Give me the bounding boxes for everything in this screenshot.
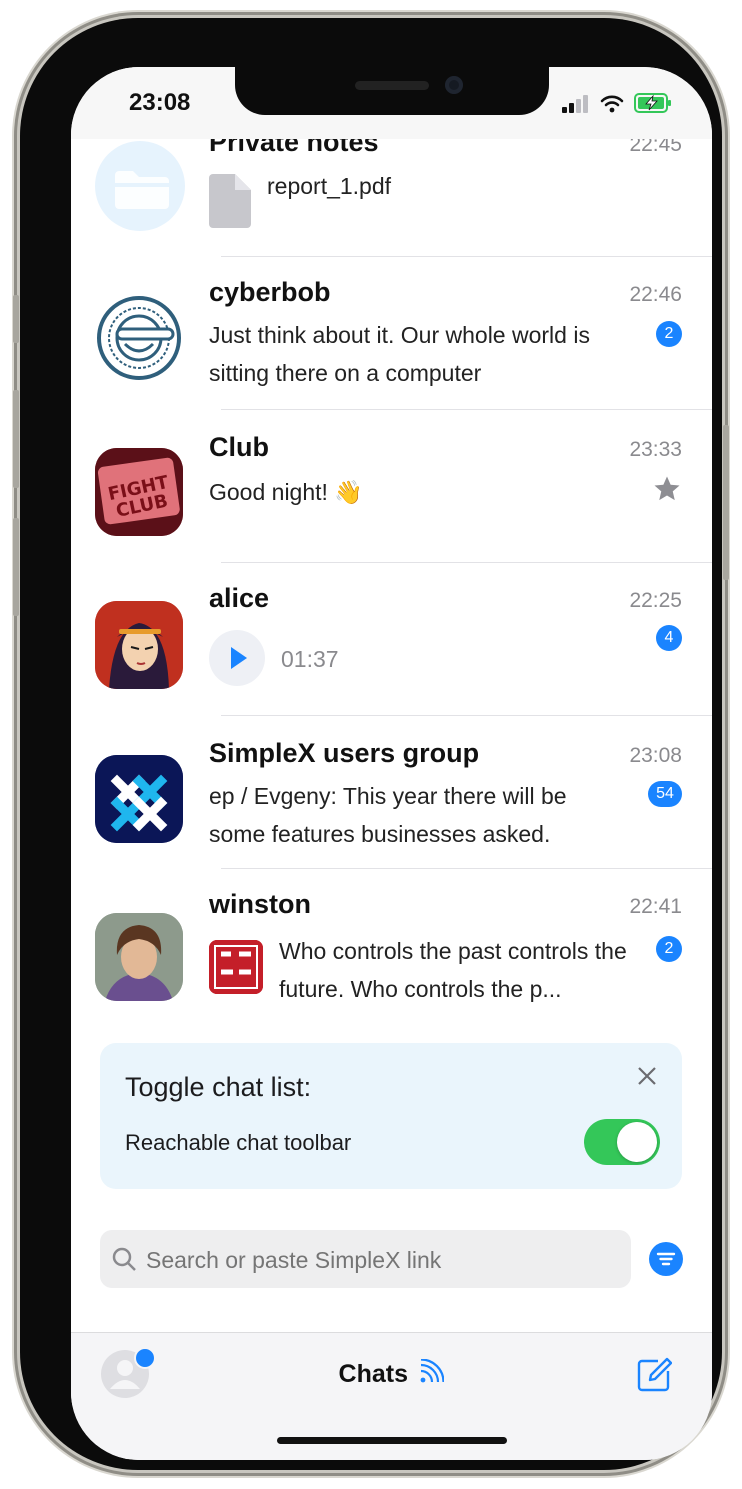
winston-avatar	[95, 913, 183, 1001]
battery-charging-icon	[634, 93, 671, 113]
chat-preview: Just think about it. Our whole world is …	[209, 322, 590, 386]
close-icon[interactable]	[636, 1065, 658, 1087]
volume-down-button	[13, 518, 19, 616]
chat-name: winston	[209, 889, 311, 919]
notch	[235, 67, 549, 115]
chat-name: SimpleX users group	[209, 738, 480, 768]
search-icon	[112, 1247, 138, 1278]
tabbar-title: Chats	[338, 1360, 408, 1388]
chat-time: 23:08	[629, 744, 682, 767]
chat-name: cyberbob	[209, 277, 331, 307]
status-time: 23:08	[129, 89, 191, 116]
chat-time: 23:33	[629, 438, 682, 461]
power-button	[723, 425, 729, 580]
mute-switch	[13, 295, 19, 343]
laughing-man-avatar	[95, 294, 183, 382]
club-avatar: FIGHT CLUB	[95, 448, 183, 536]
screen: Private notes 22:45 report_1.pdf cyberbo…	[71, 67, 712, 1460]
toggle-knob	[617, 1122, 657, 1162]
cellular-signal-icon	[562, 95, 588, 113]
tip-title: Toggle chat list:	[125, 1072, 312, 1102]
camera-icon	[445, 76, 463, 94]
wifi-icon	[600, 95, 624, 113]
phone-frame: Private notes 22:45 report_1.pdf cyberbo…	[20, 18, 722, 1470]
reachable-toolbar-toggle[interactable]	[584, 1119, 660, 1165]
unread-badge: 4	[656, 625, 682, 651]
tabbar-title-group[interactable]: Chats	[71, 1358, 712, 1390]
chat-row-club[interactable]: FIGHT CLUB Club 23:33 Good night! 👋	[71, 410, 712, 563]
unread-badge: 54	[648, 781, 682, 807]
unread-badge: 2	[656, 321, 682, 347]
speaker	[355, 81, 429, 90]
compose-icon	[637, 1357, 673, 1392]
chat-time: 22:41	[629, 895, 682, 918]
folder-avatar-icon	[95, 141, 185, 231]
chat-row-winston[interactable]: winston 22:41 Who controls the past cont…	[71, 869, 712, 1019]
attachment-name: report_1.pdf	[267, 173, 392, 199]
chat-row-simplex-group[interactable]: SimpleX users group 23:08 ep / Evgeny: T…	[71, 716, 712, 869]
simplex-avatar	[95, 755, 183, 843]
chat-preview: Good night! 👋	[209, 479, 363, 505]
chat-row-cyberbob[interactable]: cyberbob 22:46 Just think about it. Our …	[71, 257, 712, 410]
tip-option-label: Reachable chat toolbar	[125, 1130, 352, 1155]
filter-button[interactable]	[649, 1242, 683, 1276]
search-bar[interactable]	[100, 1230, 631, 1288]
compose-button[interactable]	[636, 1357, 673, 1398]
unread-badge: 2	[656, 936, 682, 962]
volume-up-button	[13, 390, 19, 488]
voice-duration: 01:37	[281, 646, 339, 672]
chat-time: 22:46	[629, 283, 682, 306]
home-indicator	[277, 1437, 507, 1444]
chat-preview: Who controls the past controls the futur…	[279, 938, 627, 1002]
rss-icon	[418, 1358, 446, 1390]
alice-avatar	[95, 601, 183, 689]
chat-preview: ep / Evgeny: This year there will be som…	[209, 783, 567, 847]
book-cover-thumbnail	[209, 940, 263, 994]
chat-row-alice[interactable]: alice 22:25 01:37 4	[71, 563, 712, 716]
star-icon	[652, 474, 682, 509]
file-icon	[209, 174, 251, 233]
chat-time: 22:25	[629, 589, 682, 612]
play-button[interactable]	[209, 630, 265, 686]
toolbar-tip-card: Toggle chat list: Reachable chat toolbar	[100, 1043, 682, 1189]
chat-name: alice	[209, 583, 270, 613]
chat-name: Club	[209, 432, 269, 462]
search-input[interactable]	[144, 1238, 618, 1282]
